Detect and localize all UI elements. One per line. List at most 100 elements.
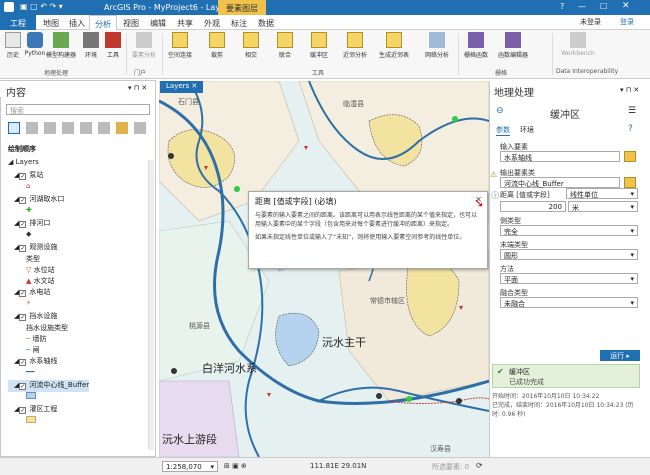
browse-folder-icon[interactable] bbox=[624, 151, 636, 162]
list-by-snapping-icon[interactable] bbox=[80, 122, 92, 134]
buffer-button[interactable]: 缓冲区 bbox=[306, 32, 332, 59]
end-type-select[interactable]: 圆形 ▾ bbox=[500, 249, 638, 260]
layer-checkbox[interactable]: ✓ bbox=[19, 383, 27, 390]
map-view[interactable] bbox=[159, 81, 489, 457]
method-select[interactable]: 平面 ▾ bbox=[500, 273, 638, 284]
dissolve-type-select[interactable]: 未融合 ▾ bbox=[500, 297, 638, 308]
signin-status[interactable]: 未登录 bbox=[580, 17, 601, 27]
intersect-icon bbox=[243, 32, 259, 48]
tab-edit[interactable]: 编辑 bbox=[145, 15, 171, 30]
feature-analysis-button[interactable]: 要素分析 bbox=[130, 32, 158, 59]
chevron-down-icon: ▾ bbox=[630, 299, 634, 307]
maximize-icon[interactable]: ☐ bbox=[600, 2, 607, 11]
layer-pump-station[interactable]: ◢✓ 泵站 bbox=[8, 170, 89, 182]
info-icon[interactable]: ⓘ bbox=[491, 190, 499, 201]
tab-data[interactable]: 数据 bbox=[253, 15, 279, 30]
refresh-icon[interactable]: ⟳ bbox=[476, 461, 483, 470]
map-label-hanshou: 汉寿县 bbox=[430, 445, 451, 453]
layer-intake[interactable]: ◢✓ 河湖取水口 bbox=[8, 194, 89, 206]
scale-select[interactable]: 1:258,070 ▾ bbox=[162, 461, 218, 472]
tab-labeling[interactable]: 标注 bbox=[226, 15, 252, 30]
input-features-field[interactable]: 水系轴线 bbox=[500, 151, 620, 162]
close-icon[interactable]: ✕ bbox=[622, 1, 630, 11]
list-by-labeling-icon[interactable] bbox=[98, 122, 110, 134]
environments-button[interactable]: 环境 bbox=[80, 32, 102, 59]
function-editor-button[interactable]: 函数编辑器 bbox=[496, 32, 530, 59]
separator bbox=[552, 33, 553, 75]
help-icon[interactable]: ? bbox=[560, 2, 564, 11]
union-button[interactable]: 联合 bbox=[274, 32, 296, 59]
layer-checkbox[interactable]: ✓ bbox=[19, 245, 27, 252]
tab-share[interactable]: 共享 bbox=[172, 15, 198, 30]
tooltip-body-2: 如果未指定线性单位或输入了“未知”，则将使用输入要素空间参考的线性单位。 bbox=[255, 234, 466, 241]
result-start-time: 开始时间：2016年10月10日 10:34:22 bbox=[492, 393, 600, 400]
result-banner[interactable]: ✔ 缓冲区 已成功完成 bbox=[492, 364, 640, 388]
distance-value-input[interactable]: 200 bbox=[500, 201, 566, 212]
contents-scrollbar[interactable] bbox=[148, 160, 154, 450]
workbench-button[interactable]: Workbench bbox=[560, 32, 596, 57]
pane-options-icon[interactable]: ▾ ⊓ ✕ bbox=[128, 84, 147, 92]
minimize-icon[interactable]: — bbox=[578, 2, 586, 11]
tools-button[interactable]: 工具 bbox=[102, 32, 124, 59]
map-tab[interactable]: Layers ✕ bbox=[160, 81, 204, 93]
layer-outfall[interactable]: ◢✓ 排河口 bbox=[8, 218, 89, 230]
layer-checkbox[interactable]: ✓ bbox=[19, 173, 27, 180]
tab-analysis[interactable]: 分析 bbox=[89, 15, 117, 30]
raster-functions-button[interactable]: 栅格函数 bbox=[462, 32, 490, 59]
list-by-editing-icon[interactable] bbox=[62, 122, 74, 134]
generate-near-table-button[interactable]: 生成近邻表 bbox=[376, 32, 412, 59]
help-icon[interactable]: ? bbox=[628, 124, 633, 134]
list-by-drawing-order-icon[interactable] bbox=[8, 122, 20, 134]
list-by-data-source-icon[interactable] bbox=[26, 122, 38, 134]
spatial-join-button[interactable]: 空间连接 bbox=[166, 32, 194, 59]
history-button[interactable]: 历史 bbox=[2, 32, 24, 59]
tab-appearance[interactable]: 外观 bbox=[199, 15, 225, 30]
tab-map[interactable]: 地图 bbox=[38, 15, 64, 30]
output-feature-class-field[interactable]: 河流中心线_Buffer bbox=[500, 177, 620, 188]
distance-unit-select[interactable]: 米 ▾ bbox=[568, 201, 638, 212]
model-builder-button[interactable]: 模型构建器 bbox=[46, 32, 76, 59]
workbench-icon bbox=[570, 32, 586, 48]
python-button[interactable]: Python bbox=[24, 32, 46, 57]
tab-parameters[interactable]: 参数 bbox=[496, 125, 510, 136]
map-node[interactable]: ◢ Layers bbox=[8, 158, 89, 170]
layer-checkbox[interactable]: ✓ bbox=[19, 314, 27, 321]
layer-irrigation[interactable]: ◢✓ 灌区工程 bbox=[8, 404, 89, 416]
run-button[interactable]: 运行 ▸ bbox=[600, 350, 640, 361]
tab-view[interactable]: 视图 bbox=[118, 15, 144, 30]
map-nav-icons[interactable]: ⊞ ▣ ⊕ bbox=[224, 462, 247, 470]
tab-environments[interactable]: 环境 bbox=[520, 125, 534, 135]
tool-menu-icon[interactable]: ☰ bbox=[628, 106, 636, 116]
map-label-linli: 临澧县 bbox=[343, 100, 364, 108]
layer-checkbox[interactable]: ✓ bbox=[19, 407, 27, 414]
layer-checkbox[interactable]: ✓ bbox=[19, 359, 27, 366]
layer-river-buffer[interactable]: ◢✓ 河流中心线_Buffer bbox=[8, 380, 90, 392]
network-analysis-button[interactable]: 网络分析 bbox=[422, 32, 452, 59]
signin-link[interactable]: 登录 bbox=[620, 17, 634, 27]
contents-search-input[interactable]: 搜索 bbox=[6, 104, 150, 115]
list-by-selection-icon[interactable] bbox=[44, 122, 56, 134]
intersect-button[interactable]: 相交 bbox=[240, 32, 262, 59]
layer-checkbox[interactable]: ✓ bbox=[19, 197, 27, 204]
layer-checkbox[interactable]: ✓ bbox=[19, 290, 27, 297]
clip-button[interactable]: 裁剪 bbox=[206, 32, 228, 59]
quick-access-toolbar[interactable]: ▣ ▢ ↶ ↷ ▾ bbox=[20, 2, 63, 11]
layer-monitoring[interactable]: ◢✓ 观测设施 bbox=[8, 242, 89, 254]
distance-type-select[interactable]: 线性单位 ▾ bbox=[566, 188, 638, 199]
layer-hydropower[interactable]: ◢✓ 水电站 bbox=[8, 287, 89, 299]
tool-title: 缓冲区 bbox=[550, 110, 580, 121]
list-by-perspective-icon[interactable] bbox=[134, 122, 146, 134]
layer-checkbox[interactable]: ✓ bbox=[19, 221, 27, 228]
context-tab-feature-layer[interactable]: 要素图层 bbox=[218, 0, 266, 15]
layer-barrier[interactable]: ◢✓ 挡水设施 bbox=[8, 311, 89, 323]
tab-project[interactable]: 工程 bbox=[0, 15, 36, 30]
near-button[interactable]: 近邻分析 bbox=[340, 32, 370, 59]
browse-folder-icon[interactable] bbox=[624, 177, 636, 188]
list-by-charts-icon[interactable] bbox=[116, 122, 128, 134]
layer-river-axis[interactable]: ◢✓ 水系轴线 bbox=[8, 356, 89, 368]
tab-insert[interactable]: 插入 bbox=[64, 15, 90, 30]
legend-hydrology: ▲ 水文站 bbox=[26, 277, 55, 285]
side-type-select[interactable]: 完全 ▾ bbox=[500, 225, 638, 236]
back-arrow-icon[interactable]: ⊖ bbox=[496, 106, 504, 116]
gp-pane-options-icon[interactable]: ▾ ⊓ ✕ bbox=[620, 86, 639, 94]
